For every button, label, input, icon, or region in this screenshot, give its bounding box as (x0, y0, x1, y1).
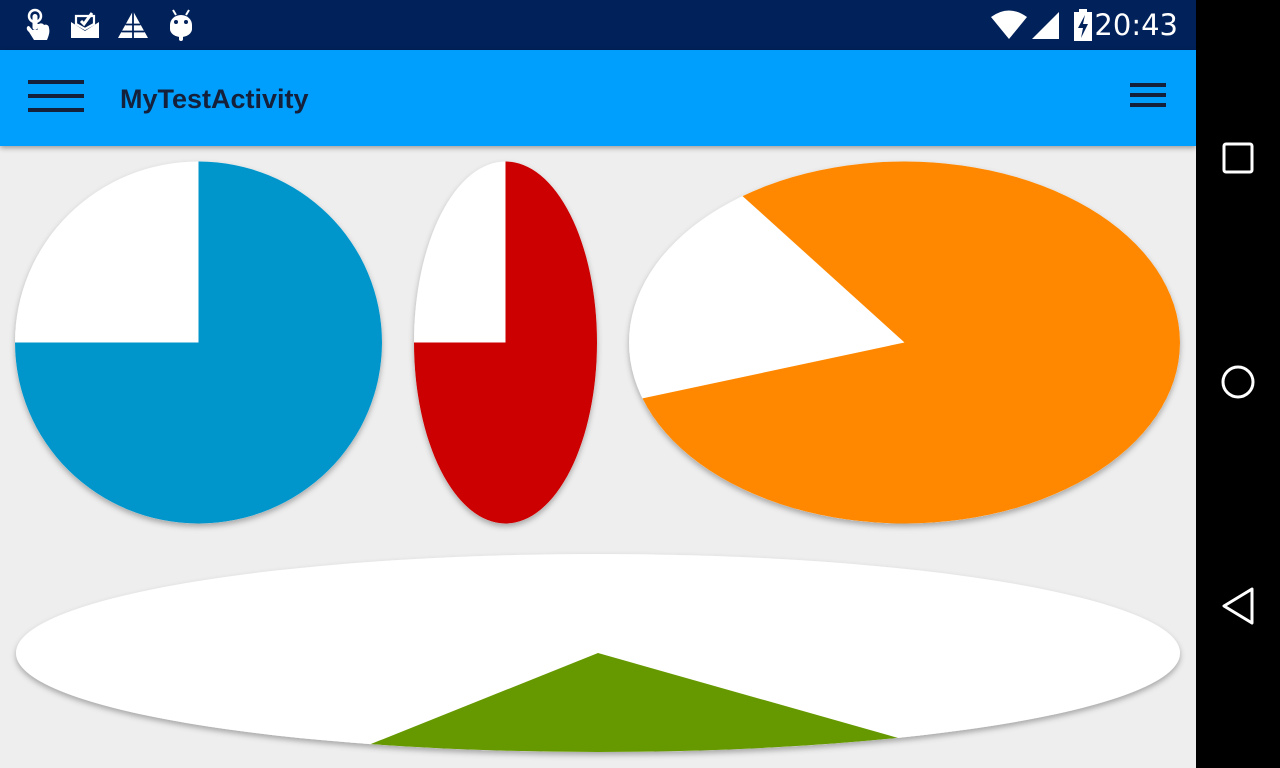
nav-drawer-button[interactable] (20, 72, 92, 124)
overflow-menu-icon (1130, 82, 1166, 114)
home-circle-icon (1220, 364, 1256, 405)
recents-square-icon (1221, 141, 1255, 180)
triangle-grid-icon (116, 8, 150, 42)
content-area (0, 146, 1196, 768)
mail-check-icon (68, 8, 102, 42)
green-pie (16, 554, 1180, 752)
touch-hand-icon (20, 8, 54, 42)
app-title: MyTestActivity (120, 84, 309, 114)
cell-signal-icon (1028, 8, 1062, 42)
pie-canvas (15, 161, 1180, 752)
status-time: 20:43 (1094, 8, 1178, 42)
android-icon (164, 8, 198, 42)
back-button[interactable] (1210, 580, 1266, 636)
blue-pie (15, 161, 382, 524)
app-screen: 20:43 MyTestActivity (0, 0, 1196, 768)
app-bar: MyTestActivity (0, 50, 1196, 146)
hamburger-menu-icon (28, 79, 84, 117)
recents-button[interactable] (1210, 132, 1266, 188)
home-button[interactable] (1210, 356, 1266, 412)
system-nav-bar (1196, 0, 1280, 768)
overflow-menu-button[interactable] (1120, 76, 1176, 120)
status-bar: 20:43 (0, 0, 1196, 50)
wifi-icon (990, 8, 1028, 42)
red-pie (414, 161, 597, 524)
back-triangle-icon (1220, 586, 1256, 631)
orange-pie (629, 161, 1180, 524)
